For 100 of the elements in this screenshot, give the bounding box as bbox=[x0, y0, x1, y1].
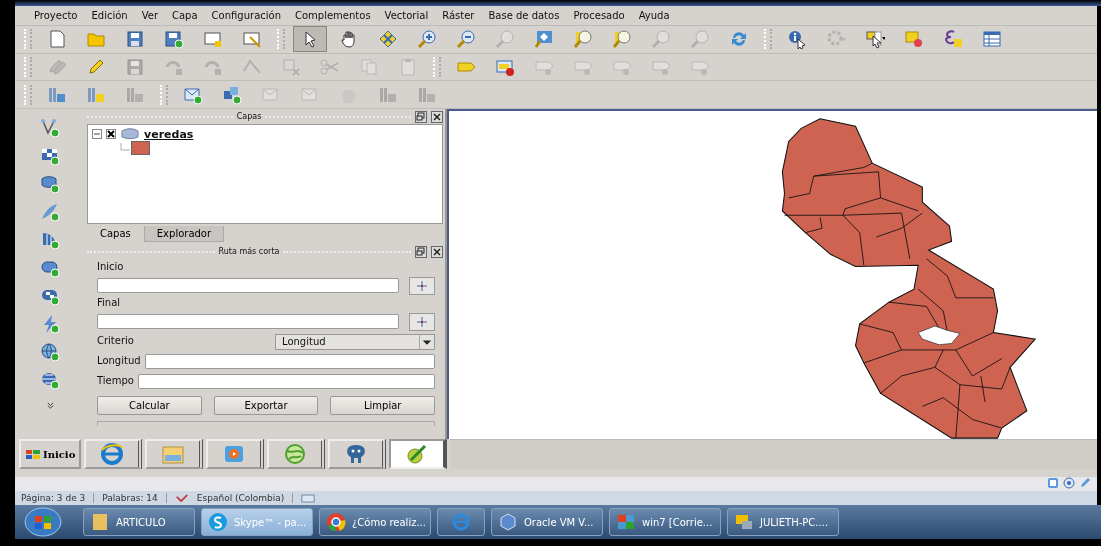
menu-item[interactable]: Proyecto bbox=[34, 10, 78, 21]
layer-checkbox[interactable] bbox=[106, 129, 116, 139]
toolbar-grip[interactable] bbox=[24, 29, 32, 50]
time-field[interactable] bbox=[137, 374, 435, 389]
taskbar-app-button[interactable] bbox=[328, 439, 387, 469]
delete-icon bbox=[281, 57, 301, 77]
tag-icon bbox=[495, 57, 515, 77]
magnifier-icon bbox=[612, 29, 632, 50]
windows-flag-icon bbox=[25, 448, 41, 460]
archive-icon bbox=[616, 512, 636, 532]
toolbar-grip[interactable] bbox=[433, 57, 441, 77]
menu-item[interactable]: Configuración bbox=[211, 10, 281, 21]
field-label: Longitud bbox=[97, 355, 141, 368]
point-field[interactable] bbox=[97, 278, 399, 293]
zoom-extent-icon bbox=[534, 29, 554, 50]
status-icon[interactable] bbox=[1047, 477, 1059, 489]
magnifier-icon bbox=[651, 29, 671, 50]
menu-item[interactable]: Procesado bbox=[573, 10, 625, 21]
pick-point-button[interactable] bbox=[409, 312, 435, 331]
vector-plus-icon bbox=[40, 118, 60, 138]
globe-icon bbox=[283, 442, 308, 466]
computer-icon bbox=[734, 512, 754, 532]
field-label: Tiempo bbox=[97, 375, 134, 388]
window-icon bbox=[203, 29, 223, 50]
language-status[interactable]: Español (Colombia) bbox=[196, 493, 294, 503]
status-icon[interactable] bbox=[1063, 477, 1075, 489]
float-icon[interactable] bbox=[415, 110, 427, 123]
length-field[interactable] bbox=[144, 354, 435, 369]
menu-item[interactable]: Capa bbox=[172, 10, 198, 21]
magnifier-icon bbox=[573, 29, 593, 50]
menu-item[interactable]: Ráster bbox=[442, 10, 475, 21]
start-orb[interactable] bbox=[23, 506, 63, 538]
menu-item[interactable]: Edición bbox=[91, 10, 128, 21]
action-button[interactable]: Calcular bbox=[97, 396, 202, 415]
browser-e-icon bbox=[451, 512, 471, 532]
collapse-icon[interactable] bbox=[92, 129, 102, 139]
close-icon[interactable] bbox=[431, 110, 443, 123]
scissors-icon bbox=[320, 57, 340, 77]
taskbar-button[interactable]: win7 [Corrie... bbox=[609, 508, 721, 536]
paste-icon bbox=[398, 57, 418, 77]
menu-item[interactable]: Complementos bbox=[295, 10, 371, 21]
taskbar-app-button[interactable] bbox=[145, 439, 204, 469]
crosshair-icon bbox=[416, 315, 428, 328]
toolbar-grip[interactable] bbox=[24, 84, 32, 105]
menu-item[interactable]: Ver bbox=[141, 10, 158, 21]
action-button[interactable]: Limpiar bbox=[330, 396, 435, 415]
field-label: Inicio bbox=[97, 261, 125, 274]
field-label: Criterio bbox=[97, 335, 135, 348]
sail-plus-icon bbox=[40, 230, 60, 250]
tiles-plus-icon bbox=[222, 84, 242, 105]
pick-point-button[interactable] bbox=[409, 276, 435, 295]
folder-icon bbox=[90, 512, 110, 532]
panel-title: Ruta más corta bbox=[218, 247, 280, 256]
copy-icon bbox=[359, 57, 379, 77]
taskbar-button[interactable]: ARTICULO bbox=[83, 508, 195, 536]
taskbar-button[interactable]: ¿Cómo realiz... bbox=[319, 508, 431, 536]
chevron-icon[interactable] bbox=[45, 401, 55, 410]
page-count: Página: 3 de 3 bbox=[21, 493, 95, 503]
word-count: Palabras: 14 bbox=[102, 493, 167, 503]
point-field[interactable] bbox=[97, 314, 399, 329]
keyboard-icon[interactable] bbox=[301, 492, 316, 504]
layer-name[interactable]: veredas bbox=[144, 127, 194, 141]
cube-icon bbox=[498, 512, 518, 532]
deselect-icon bbox=[904, 29, 924, 50]
magnifier-icon bbox=[495, 29, 515, 50]
zoom-out-icon bbox=[456, 29, 476, 50]
toolbar-button[interactable] bbox=[293, 26, 327, 53]
action-button[interactable]: Exportar bbox=[213, 396, 319, 415]
grid-map-icon bbox=[378, 29, 398, 50]
panel-tab[interactable]: Explorador bbox=[143, 226, 225, 242]
globe-plus-icon bbox=[40, 370, 60, 390]
taskbar-button[interactable]: JULIETH-PC.... bbox=[727, 508, 839, 536]
globe-plus-icon bbox=[40, 342, 60, 362]
pencil-icon bbox=[47, 57, 67, 77]
zoom-in-icon bbox=[417, 29, 437, 50]
criterion-dropdown[interactable]: Longitud bbox=[275, 333, 435, 350]
taskbar-app-button[interactable] bbox=[206, 439, 265, 469]
taskbar-app-button[interactable] bbox=[389, 439, 448, 469]
taskbar-app-button[interactable] bbox=[267, 439, 326, 469]
field-label: Final bbox=[97, 297, 122, 310]
taskbar-app-button[interactable] bbox=[84, 439, 143, 469]
toolbar-grip[interactable] bbox=[24, 57, 32, 77]
toolbar-grip[interactable] bbox=[160, 84, 168, 105]
pen-icon[interactable] bbox=[1079, 477, 1091, 489]
start-button[interactable]: Inicio bbox=[19, 439, 82, 469]
menu-item[interactable]: Vectorial bbox=[384, 10, 429, 21]
toolbar-grip[interactable] bbox=[764, 29, 772, 50]
float-icon[interactable] bbox=[415, 245, 427, 258]
taskbar-button[interactable]: Oracle VM V... bbox=[491, 508, 603, 536]
magnifier-icon bbox=[690, 29, 710, 50]
skype-icon bbox=[208, 512, 228, 532]
toolbar-grip[interactable] bbox=[277, 29, 285, 50]
menu-item[interactable]: Base de datos bbox=[488, 10, 560, 21]
menu-item[interactable]: Ayuda bbox=[638, 10, 670, 21]
page-icon bbox=[47, 29, 67, 50]
spellcheck-icon[interactable] bbox=[174, 492, 189, 504]
select-icon bbox=[865, 29, 885, 50]
close-icon[interactable] bbox=[431, 245, 443, 258]
info-icon bbox=[787, 29, 807, 50]
taskbar-button[interactable] bbox=[437, 508, 485, 536]
